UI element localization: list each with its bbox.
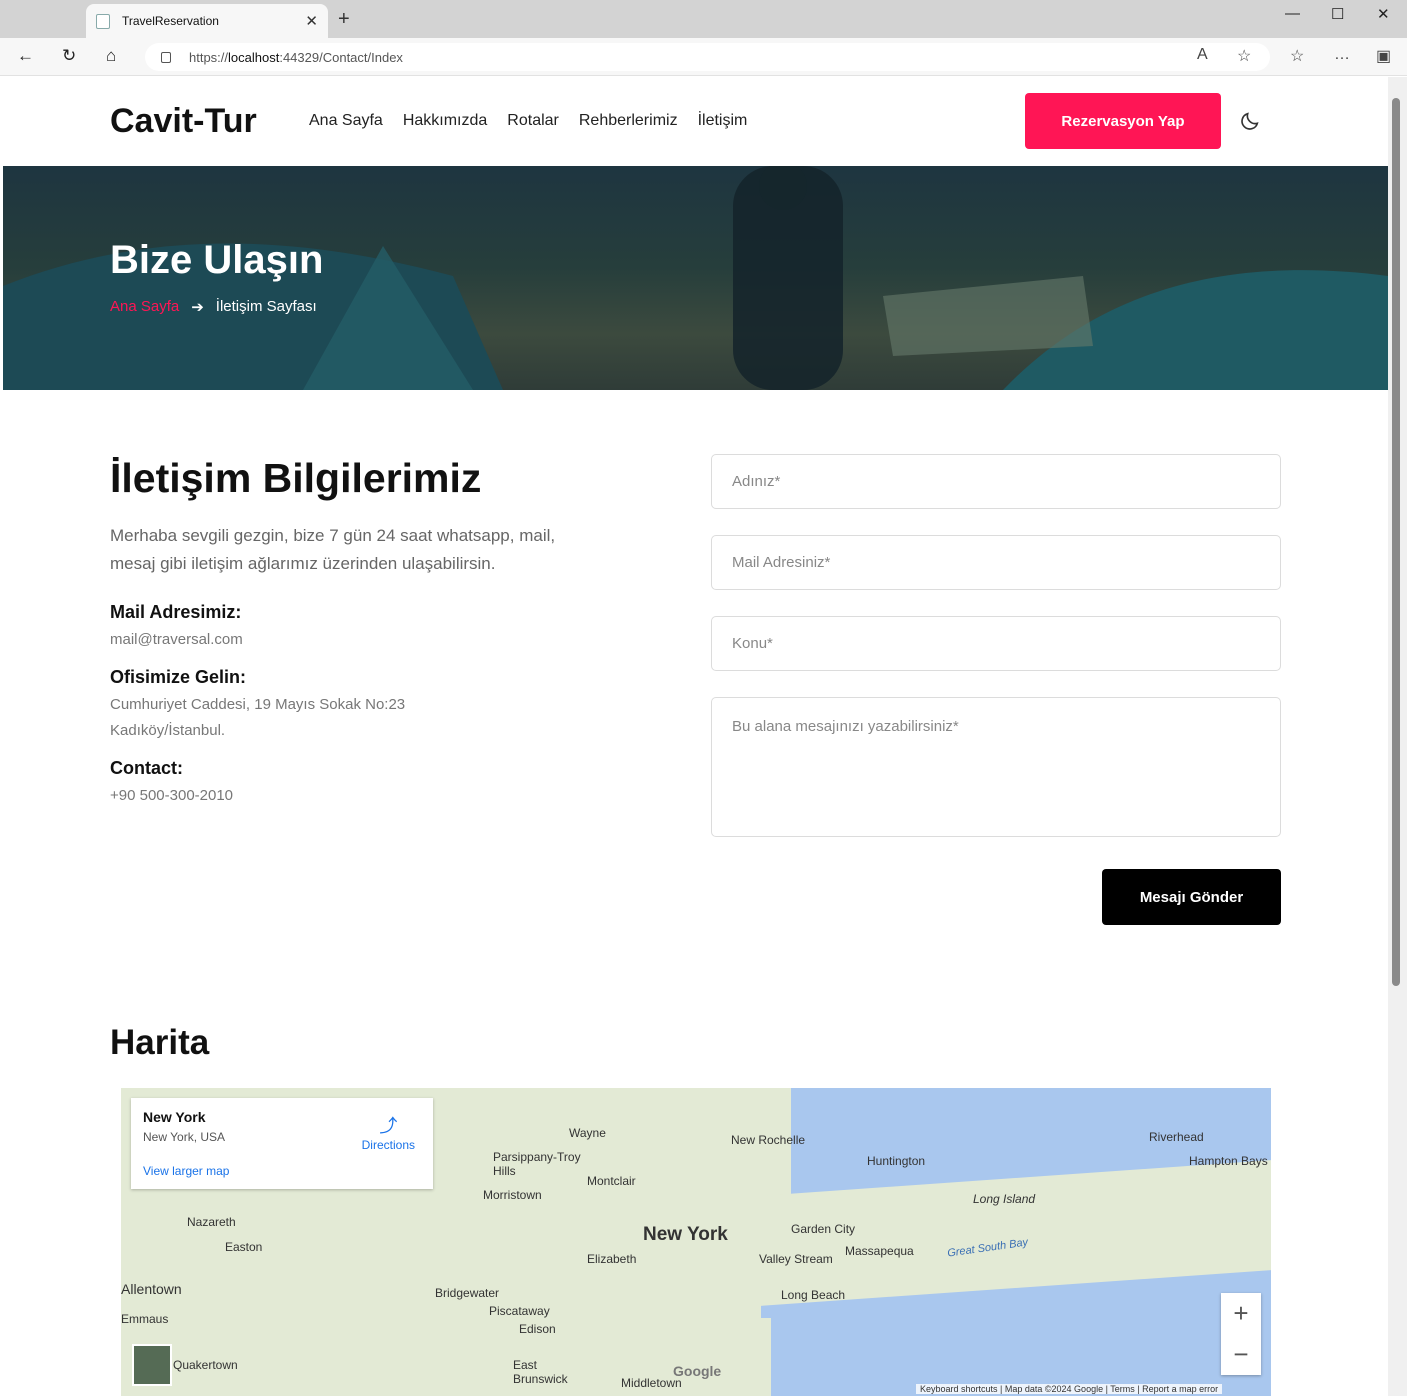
contact-info: İletişim Bilgilerimiz Merhaba sevgili ge…	[110, 455, 590, 823]
url-path: :44329/Contact/Index	[279, 49, 403, 65]
map-label: Montclair	[587, 1174, 636, 1188]
mail-value: mail@traversal.com	[110, 631, 243, 648]
browser-tab-bar: TravelReservation ✕ + — ☐ ✕	[0, 0, 1407, 38]
breadcrumb-home-link[interactable]: Ana Sayfa	[110, 298, 179, 316]
lock-icon	[161, 51, 171, 63]
read-aloud-icon[interactable]: A	[1197, 46, 1208, 64]
address-bar-row: ← ↻ ⌂ https://localhost:44329/Contact/In…	[0, 38, 1407, 76]
dark-mode-moon-icon[interactable]	[1239, 110, 1261, 132]
map-label: Piscataway	[489, 1304, 550, 1318]
message-placeholder: Bu alana mesajınızı yazabilirsiniz*	[732, 718, 959, 735]
view-larger-map-link[interactable]: View larger map	[143, 1164, 421, 1178]
map-label: New York	[643, 1224, 728, 1245]
hero-title: Bize Ulaşın	[110, 238, 324, 282]
tab-close-icon[interactable]: ✕	[305, 12, 318, 30]
map-label: Valley Stream	[759, 1252, 833, 1266]
map-place-card: New York New York, USA View larger map ⤴…	[131, 1098, 433, 1189]
google-map[interactable]: New York New York, USA View larger map ⤴…	[121, 1088, 1271, 1396]
maximize-icon[interactable]: ☐	[1331, 5, 1344, 23]
map-satellite-thumbnail[interactable]	[132, 1344, 172, 1386]
email-input[interactable]: Mail Adresiniz*	[711, 535, 1281, 590]
phone-label: Contact:	[110, 758, 183, 778]
nav-contact[interactable]: İletişim	[698, 112, 748, 130]
office-address: Cumhuriyet Caddesi, 19 Mayıs Sokak No:23…	[110, 692, 590, 744]
map-label: East Brunswick	[513, 1358, 568, 1386]
contact-info-title: İletişim Bilgilerimiz	[110, 455, 482, 501]
email-placeholder: Mail Adresiniz*	[732, 554, 831, 571]
nav-about[interactable]: Hakkımızda	[403, 112, 487, 130]
nav-routes[interactable]: Rotalar	[507, 112, 559, 130]
name-input[interactable]: Adınız*	[711, 454, 1281, 509]
map-label: Nazareth	[187, 1215, 236, 1229]
favorites-icon[interactable]: ☆	[1290, 46, 1304, 66]
subject-placeholder: Konu*	[732, 635, 773, 652]
page-favicon-icon	[96, 13, 110, 29]
map-label: Morristown	[483, 1188, 542, 1202]
map-attribution[interactable]: Keyboard shortcuts | Map data ©2024 Goog…	[916, 1384, 1223, 1394]
site-logo[interactable]: Cavit-Tur	[110, 102, 257, 141]
minimize-icon[interactable]: —	[1285, 5, 1300, 22]
map-label: Quakertown	[173, 1358, 238, 1372]
office-label: Ofisimize Gelin:	[110, 667, 247, 687]
directions-button[interactable]: ⤴ Directions	[362, 1112, 415, 1152]
reservation-button[interactable]: Rezervasyon Yap	[1025, 93, 1221, 149]
map-label: Massapequa	[845, 1244, 914, 1258]
scrollbar-thumb[interactable]	[1392, 98, 1400, 986]
site-header: Cavit-Tur Ana Sayfa Hakkımızda Rotalar R…	[3, 77, 1388, 166]
map-label: Emmaus	[121, 1312, 169, 1326]
office-line-2: Kadıköy/İstanbul.	[110, 722, 226, 739]
phone-value: +90 500-300-2010	[110, 787, 234, 804]
contact-intro: Merhaba sevgili gezgin, bize 7 gün 24 sa…	[110, 526, 556, 573]
map-label: Bridgewater	[435, 1286, 500, 1300]
mail-label: Mail Adresimiz:	[110, 602, 242, 622]
url-prefix: https://	[189, 49, 229, 65]
page-hero: Bize Ulaşın Ana Sayfa ➔ İletişim Sayfası	[3, 166, 1388, 390]
office-line-1: Cumhuriyet Caddesi, 19 Mayıs Sokak No:23	[110, 696, 406, 713]
arrow-right-icon: ➔	[191, 299, 204, 316]
nav-home[interactable]: Ana Sayfa	[309, 112, 383, 130]
map-zoom-controls: + −	[1221, 1293, 1261, 1375]
name-placeholder: Adınız*	[732, 473, 781, 490]
breadcrumb: Ana Sayfa ➔ İletişim Sayfası	[110, 298, 317, 316]
message-textarea[interactable]: Bu alana mesajınızı yazabilirsiniz*	[711, 697, 1281, 837]
back-icon[interactable]: ←	[17, 46, 34, 66]
map-label: Riverhead	[1149, 1130, 1204, 1144]
zoom-in-icon[interactable]: +	[1233, 1298, 1248, 1329]
main-nav: Ana Sayfa Hakkımızda Rotalar Rehberlerim…	[309, 112, 747, 130]
send-message-button[interactable]: Mesajı Gönder	[1102, 869, 1281, 925]
map-label: Parsippany-Troy Hills	[493, 1150, 581, 1178]
map-label: Huntington	[867, 1154, 926, 1168]
map-label: Long Island	[973, 1192, 1036, 1206]
close-window-icon[interactable]: ✕	[1377, 5, 1390, 23]
map-label: New Rochelle	[731, 1133, 806, 1147]
map-label: Elizabeth	[587, 1252, 637, 1266]
refresh-icon[interactable]: ↻	[62, 46, 76, 66]
map-label: Hampton Bays	[1189, 1154, 1268, 1168]
directions-icon: ⤴	[379, 1116, 398, 1136]
url-field[interactable]: https://localhost:44329/Contact/Index	[145, 43, 1270, 71]
map-label: Garden City	[791, 1222, 856, 1236]
new-tab-icon[interactable]: +	[338, 8, 350, 31]
url-host: localhost	[228, 49, 280, 65]
directions-label: Directions	[361, 1138, 415, 1152]
subject-input[interactable]: Konu*	[711, 616, 1281, 671]
favorite-star-icon[interactable]: ☆	[1237, 46, 1251, 66]
breadcrumb-current: İletişim Sayfası	[215, 298, 317, 315]
sidebar-icon[interactable]: ▣	[1376, 46, 1391, 66]
home-icon[interactable]: ⌂	[106, 46, 116, 66]
map-label: Easton	[225, 1240, 263, 1254]
map-label: Long Beach	[781, 1288, 846, 1302]
google-logo: Google	[673, 1363, 722, 1379]
nav-guides[interactable]: Rehberlerimiz	[579, 112, 678, 130]
browser-tab[interactable]: TravelReservation ✕	[86, 4, 328, 38]
map-label: Edison	[519, 1322, 556, 1336]
page: Cavit-Tur Ana Sayfa Hakkımızda Rotalar R…	[3, 77, 1388, 1396]
map-label: Allentown	[121, 1281, 182, 1297]
map-label: Wayne	[569, 1126, 606, 1140]
map-title: Harita	[110, 1023, 210, 1062]
tab-title: TravelReservation	[122, 14, 219, 28]
zoom-out-icon[interactable]: −	[1233, 1339, 1248, 1370]
more-icon[interactable]: …	[1334, 46, 1350, 64]
